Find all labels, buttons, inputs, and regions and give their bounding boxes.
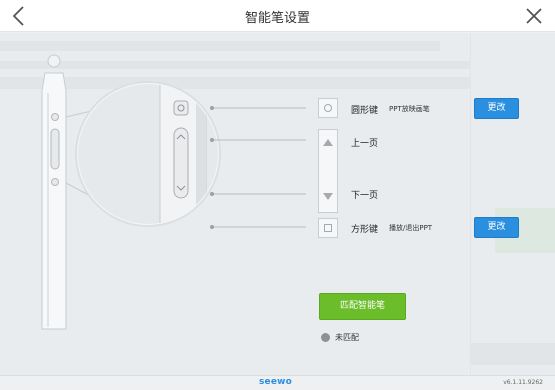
triangle-down-icon — [323, 193, 333, 200]
settings-panel: 圆形键 PPT放映画笔 更改 上一页 下一页 方形键 播放/退出PPT 更改 匹… — [0, 33, 555, 375]
triangle-up-icon — [323, 139, 333, 146]
square-icon — [324, 224, 332, 232]
seewo-logo: seewo — [259, 377, 293, 387]
window-title: 智能笔设置 — [244, 11, 310, 26]
pen-zoom-view — [75, 81, 306, 229]
square-button-function: 播放/退出PPT — [389, 224, 433, 232]
round-change-button[interactable]: 更改 — [474, 98, 519, 119]
close-icon — [526, 8, 542, 24]
footer-bar: seewo v6.1.11.9262 — [0, 375, 555, 390]
title-bar: 智能笔设置 — [0, 0, 555, 32]
round-button-label: 圆形键 — [351, 106, 379, 116]
pair-status-text: 未匹配 — [335, 333, 359, 342]
page-down-label: 下一页 — [351, 191, 379, 201]
square-button-label: 方形键 — [351, 225, 379, 235]
square-button-indicator — [318, 218, 338, 238]
square-change-button[interactable]: 更改 — [474, 217, 519, 238]
close-button[interactable] — [523, 5, 545, 27]
round-button-indicator — [318, 98, 338, 118]
round-button-function: PPT放映画笔 — [389, 105, 430, 113]
pair-pen-button[interactable]: 匹配智能笔 — [319, 293, 406, 320]
pair-status-dot — [321, 333, 330, 342]
page-buttons-indicator — [318, 129, 338, 213]
version-label: v6.1.11.9262 — [503, 379, 543, 386]
circle-icon — [324, 104, 332, 112]
page-up-label: 上一页 — [351, 139, 379, 149]
